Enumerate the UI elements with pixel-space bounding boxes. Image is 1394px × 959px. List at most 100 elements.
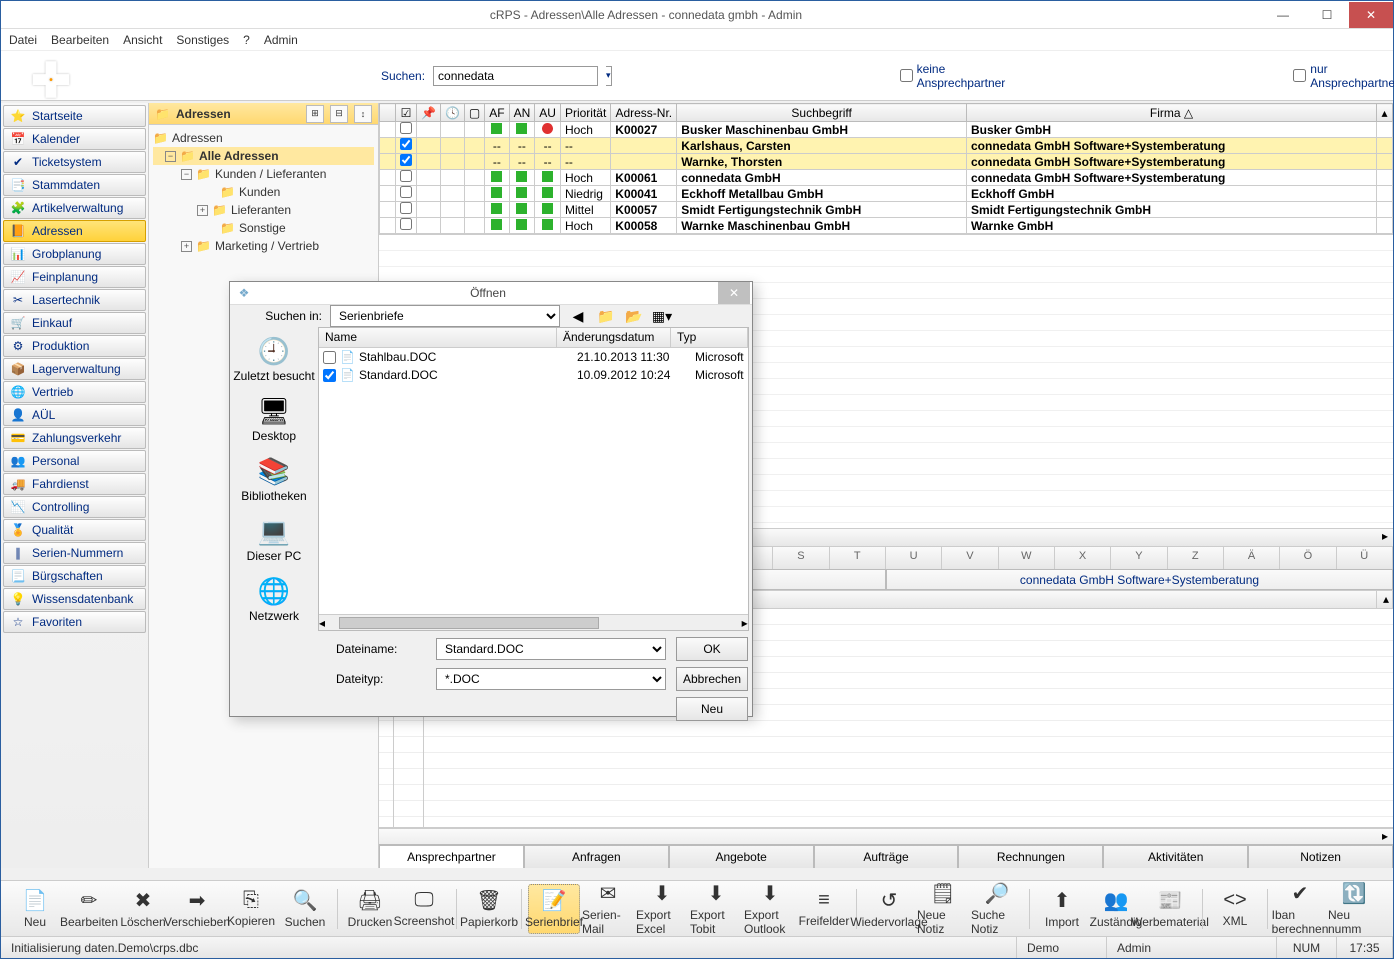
- alpha-Z[interactable]: Z: [1168, 547, 1224, 569]
- nav-kalender[interactable]: 📅Kalender: [3, 128, 146, 150]
- alpha-Ü[interactable]: Ü: [1337, 547, 1393, 569]
- menu-admin[interactable]: Admin: [264, 33, 298, 47]
- grid-row[interactable]: HochK00027Busker Maschinenbau GmbHBusker…: [380, 122, 1393, 138]
- toolbar-export-outlook[interactable]: ⬇Export Outlook: [744, 884, 796, 934]
- dialog-place-netzwerk[interactable]: 🌐Netzwerk: [230, 571, 318, 627]
- dialog-col-date[interactable]: Änderungsdatum: [557, 328, 671, 347]
- grid-row[interactable]: MittelK00057Smidt Fertigungstechnik GmbH…: [380, 202, 1393, 218]
- col-pin[interactable]: 📌: [417, 104, 441, 122]
- col-adressnr[interactable]: Adress-Nr.: [611, 104, 677, 122]
- alpha-T[interactable]: T: [830, 547, 886, 569]
- grid-row[interactable]: HochK00061connedata GmbHconnedata GmbH S…: [380, 170, 1393, 186]
- tree-btn-2[interactable]: ⊟: [330, 105, 348, 123]
- nav-zahlungsverkehr[interactable]: 💳Zahlungsverkehr: [3, 427, 146, 449]
- col-an[interactable]: AN: [509, 104, 535, 122]
- scroll-right-icon[interactable]: ▸: [1377, 529, 1393, 546]
- alpha-V[interactable]: V: [942, 547, 998, 569]
- nav-feinplanung[interactable]: 📈Feinplanung: [3, 266, 146, 288]
- nav-favoriten[interactable]: ☆Favoriten: [3, 611, 146, 633]
- tree-kunden-lieferanten[interactable]: −📁Kunden / Lieferanten: [153, 165, 374, 183]
- col-check[interactable]: ☑: [396, 104, 417, 122]
- nav-serien-nummern[interactable]: ∥Serien-Nummern: [3, 542, 146, 564]
- toolbar-wiedervorlage[interactable]: ↺Wiedervorlage: [863, 884, 915, 934]
- toolbar-l-schen[interactable]: ✖Löschen: [117, 884, 169, 934]
- tree-btn-1[interactable]: ⊞: [306, 105, 324, 123]
- tree-alle-adressen[interactable]: −📁Alle Adressen: [153, 147, 374, 165]
- nav-einkauf[interactable]: 🛒Einkauf: [3, 312, 146, 334]
- dialog-ftype-select[interactable]: *.DOC: [436, 668, 666, 690]
- alpha-U[interactable]: U: [886, 547, 942, 569]
- dialog-file-row[interactable]: 📄Stahlbau.DOC21.10.2013 11:30Microsoft: [319, 348, 748, 366]
- tab-aufträge[interactable]: Aufträge: [814, 845, 959, 868]
- col-suchbegriff[interactable]: Suchbegriff: [677, 104, 967, 122]
- nav-grobplanung[interactable]: 📊Grobplanung: [3, 243, 146, 265]
- toolbar-export-tobit[interactable]: ⬇Export Tobit: [690, 884, 742, 934]
- dialog-place-dieser-pc[interactable]: 💻Dieser PC: [230, 511, 318, 567]
- nav-qualit-t[interactable]: 🏅Qualität: [3, 519, 146, 541]
- search-dropdown-button[interactable]: ▾: [606, 66, 612, 86]
- sub-scroll-up[interactable]: ▴: [1377, 591, 1393, 608]
- dialog-place-desktop[interactable]: 🖥Desktop: [230, 391, 318, 447]
- tab-ansprechpartner[interactable]: Ansprechpartner: [379, 845, 524, 868]
- contact-company-button[interactable]: connedata GmbH Software+Systemberatung: [886, 569, 1393, 590]
- dialog-place-zuletzt-besucht[interactable]: 🕘Zuletzt besucht: [230, 331, 318, 387]
- nav-adressen[interactable]: 📙Adressen: [3, 220, 146, 242]
- tab-angebote[interactable]: Angebote: [669, 845, 814, 868]
- dialog-col-name[interactable]: Name: [319, 328, 557, 347]
- dialog-file-row[interactable]: 📄Standard.DOC10.09.2012 10:24Microsoft: [319, 366, 748, 384]
- col-prio[interactable]: Priorität: [560, 104, 610, 122]
- toolbar-serienbrief[interactable]: 📝Serienbrief: [528, 884, 580, 934]
- dialog-back-icon[interactable]: ◀: [568, 306, 588, 326]
- alpha-S[interactable]: S: [773, 547, 829, 569]
- grid-row[interactable]: HochK00058Warnke Maschinenbau GmbHWarnke…: [380, 218, 1393, 234]
- window-close-button[interactable]: ✕: [1349, 2, 1393, 28]
- toolbar-werbematerial[interactable]: 📰Werbematerial: [1144, 884, 1196, 934]
- menu-ansicht[interactable]: Ansicht: [123, 33, 162, 47]
- dialog-cancel-button[interactable]: Abbrechen: [676, 667, 748, 691]
- chk-nur-ap[interactable]: nur Ansprechpartner: [1293, 62, 1394, 90]
- nav-fahrdienst[interactable]: 🚚Fahrdienst: [3, 473, 146, 495]
- dialog-up-icon[interactable]: 📁: [596, 306, 616, 326]
- col-af[interactable]: AF: [485, 104, 509, 122]
- tab-rechnungen[interactable]: Rechnungen: [958, 845, 1103, 868]
- alpha-Ö[interactable]: Ö: [1280, 547, 1336, 569]
- toolbar-neu-numm[interactable]: 🔃Neu numm: [1328, 884, 1380, 934]
- toolbar-suchen[interactable]: 🔍Suchen: [279, 884, 331, 934]
- menu-datei[interactable]: Datei: [9, 33, 37, 47]
- toolbar-screenshot[interactable]: 🖵Screenshot: [398, 884, 450, 934]
- alpha-X[interactable]: X: [1055, 547, 1111, 569]
- tree-btn-3[interactable]: ↕: [354, 105, 372, 123]
- grid-row[interactable]: --------Karlshaus, Carstenconnedata GmbH…: [380, 138, 1393, 154]
- dialog-newfolder-icon[interactable]: 📂: [624, 306, 644, 326]
- grid-row[interactable]: NiedrigK00041Eckhoff Metallbau GmbHEckho…: [380, 186, 1393, 202]
- dialog-close-button[interactable]: ✕: [718, 282, 750, 304]
- dialog-col-type[interactable]: Typ: [671, 328, 748, 347]
- nav-lasertechnik[interactable]: ✂Lasertechnik: [3, 289, 146, 311]
- window-maximize-button[interactable]: ☐: [1305, 2, 1349, 28]
- toolbar-kopieren[interactable]: ⎘Kopieren: [225, 884, 277, 934]
- toolbar-serien-mail[interactable]: ✉Serien-Mail: [582, 884, 634, 934]
- nav-personal[interactable]: 👥Personal: [3, 450, 146, 472]
- alpha-W[interactable]: W: [999, 547, 1055, 569]
- nav-wissensdatenbank[interactable]: 💡Wissensdatenbank: [3, 588, 146, 610]
- tab-anfragen[interactable]: Anfragen: [524, 845, 669, 868]
- alpha-Ä[interactable]: Ä: [1224, 547, 1280, 569]
- toolbar-neue-notiz[interactable]: 🗒Neue Notiz: [917, 884, 969, 934]
- nav-stammdaten[interactable]: 📑Stammdaten: [3, 174, 146, 196]
- toolbar-drucken[interactable]: 🖨Drucken: [344, 884, 396, 934]
- col-scroll-up[interactable]: ▴: [1377, 104, 1393, 122]
- nav-artikelverwaltung[interactable]: 🧩Artikelverwaltung: [3, 197, 146, 219]
- chk-keine-ap[interactable]: keine Ansprechpartner: [900, 62, 1006, 90]
- toolbar-verschieben[interactable]: ➡Verschieben: [171, 884, 223, 934]
- scroll-right-2[interactable]: ▸: [1377, 829, 1393, 844]
- window-minimize-button[interactable]: —: [1261, 2, 1305, 28]
- dialog-searchin-select[interactable]: Serienbriefe: [330, 305, 560, 327]
- dialog-new-button[interactable]: Neu: [676, 697, 748, 721]
- dialog-fname-input[interactable]: Standard.DOC: [436, 638, 666, 660]
- search-input[interactable]: [433, 66, 598, 86]
- toolbar-bearbeiten[interactable]: ✏Bearbeiten: [63, 884, 115, 934]
- dialog-place-bibliotheken[interactable]: 📚Bibliotheken: [230, 451, 318, 507]
- nav-b-rgschaften[interactable]: 📃Bürgschaften: [3, 565, 146, 587]
- tree-sonstige[interactable]: 📁Sonstige: [153, 219, 374, 237]
- nav-ticketsystem[interactable]: ✔Ticketsystem: [3, 151, 146, 173]
